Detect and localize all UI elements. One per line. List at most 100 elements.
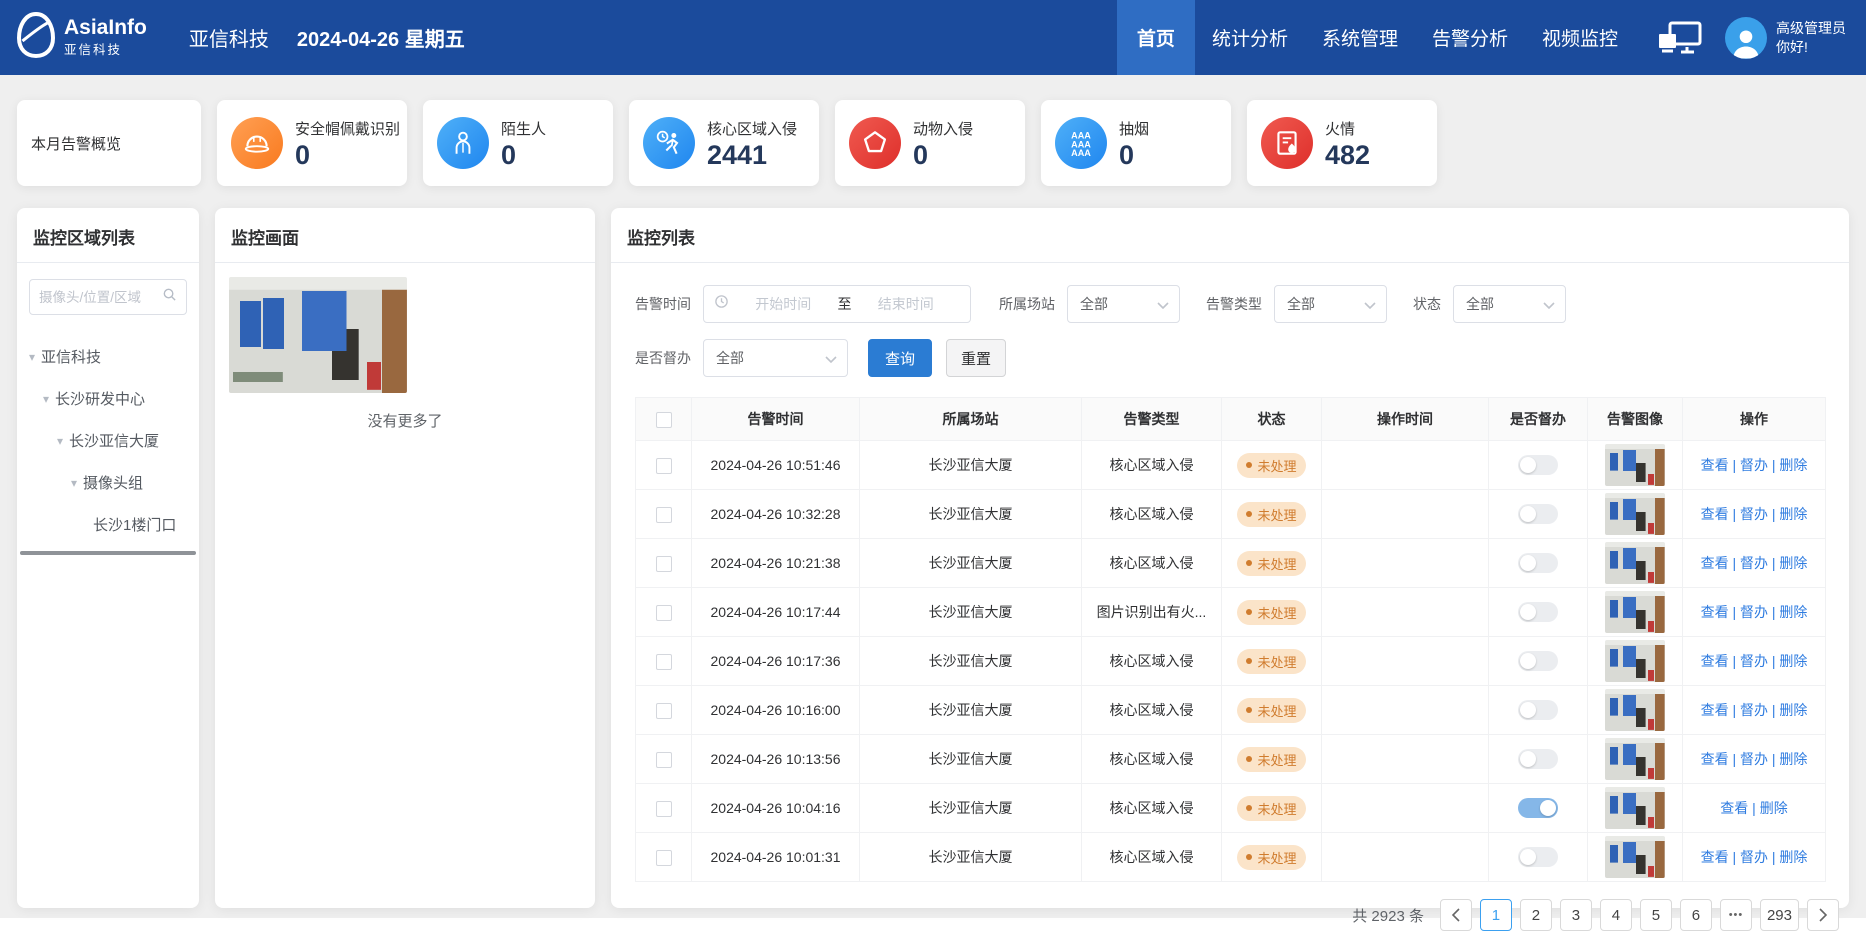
action-link[interactable]: 删除 [1779, 653, 1807, 669]
action-link[interactable]: 查看 [1701, 849, 1729, 865]
alarm-image-thumbnail[interactable] [1605, 787, 1665, 829]
alarm-image-thumbnail[interactable] [1605, 493, 1665, 535]
caret-down-icon[interactable]: ▾ [29, 350, 35, 364]
page-button-6[interactable]: 6 [1680, 899, 1712, 931]
action-link[interactable]: 督办 [1740, 653, 1768, 669]
prev-page-button[interactable] [1440, 899, 1472, 931]
supervise-toggle[interactable] [1518, 553, 1558, 573]
action-link[interactable]: 查看 [1701, 506, 1729, 522]
supervise-toggle[interactable] [1518, 602, 1558, 622]
action-link[interactable]: 删除 [1760, 800, 1788, 816]
row-checkbox[interactable] [656, 752, 672, 768]
action-link[interactable]: 查看 [1701, 653, 1729, 669]
select-all-checkbox[interactable] [656, 412, 672, 428]
caret-down-icon[interactable]: ▾ [43, 392, 49, 406]
supervise-toggle[interactable] [1518, 504, 1558, 524]
action-link[interactable]: 督办 [1740, 604, 1768, 620]
nav-item-video-monitor[interactable]: 视频监控 [1525, 0, 1635, 75]
page-button-5[interactable]: 5 [1640, 899, 1672, 931]
action-link[interactable]: 督办 [1740, 555, 1768, 571]
alarm-image-thumbnail[interactable] [1605, 542, 1665, 584]
alarm-type-cell: 核心区域入侵 [1082, 784, 1222, 833]
page-button-4[interactable]: 4 [1600, 899, 1632, 931]
op-time-cell [1322, 833, 1489, 882]
alarm-image-thumbnail[interactable] [1605, 738, 1665, 780]
supervise-toggle[interactable] [1518, 700, 1558, 720]
action-link[interactable]: 删除 [1779, 457, 1807, 473]
tree-item-company[interactable]: ▾亚信科技 [29, 346, 187, 367]
action-link[interactable]: 查看 [1701, 457, 1729, 473]
alarm-type-select[interactable]: 全部 [1274, 285, 1387, 323]
search-icon[interactable] [162, 287, 177, 307]
supervise-toggle[interactable] [1518, 651, 1558, 671]
user-info[interactable]: 高级管理员 你好! [1725, 17, 1846, 59]
user-avatar-icon[interactable] [1725, 17, 1767, 59]
next-page-button[interactable] [1807, 899, 1839, 931]
camera-snapshot[interactable] [229, 277, 407, 393]
end-time-placeholder[interactable]: 结束时间 [852, 294, 961, 314]
tree-item-building[interactable]: ▾长沙亚信大厦 [29, 430, 187, 451]
search-button[interactable]: 查询 [868, 339, 932, 377]
alarm-image-thumbnail[interactable] [1605, 591, 1665, 633]
page-button-1[interactable]: 1 [1480, 899, 1512, 931]
action-link[interactable]: 查看 [1720, 800, 1748, 816]
tree-item-camera[interactable]: 长沙1楼门口 [29, 514, 187, 535]
caret-down-icon[interactable]: ▾ [57, 434, 63, 448]
start-time-placeholder[interactable]: 开始时间 [729, 294, 838, 314]
row-checkbox[interactable] [656, 654, 672, 670]
row-checkbox[interactable] [656, 850, 672, 866]
op-time-cell [1322, 637, 1489, 686]
page-button-2[interactable]: 2 [1520, 899, 1552, 931]
supervise-toggle[interactable] [1518, 455, 1558, 475]
nav-item-system[interactable]: 系统管理 [1305, 0, 1415, 75]
supervise-toggle[interactable] [1518, 749, 1558, 769]
supervise-toggle[interactable] [1518, 847, 1558, 867]
nav-item-home[interactable]: 首页 [1117, 0, 1195, 75]
camera-search-input[interactable] [39, 290, 162, 305]
action-link[interactable]: 督办 [1740, 849, 1768, 865]
action-link[interactable]: 查看 [1701, 702, 1729, 718]
action-link[interactable]: 删除 [1779, 506, 1807, 522]
nav-item-alarm-analysis[interactable]: 告警分析 [1415, 0, 1525, 75]
row-checkbox[interactable] [656, 801, 672, 817]
action-link[interactable]: 查看 [1701, 555, 1729, 571]
station-select[interactable]: 全部 [1067, 285, 1180, 323]
alarm-image-thumbnail[interactable] [1605, 836, 1665, 878]
action-link[interactable]: 删除 [1779, 702, 1807, 718]
monitor-title: 监控画面 [215, 208, 595, 262]
action-link[interactable]: 查看 [1701, 751, 1729, 767]
action-link[interactable]: 删除 [1779, 751, 1807, 767]
video-wall-icon[interactable] [1657, 20, 1703, 56]
more-pages-button[interactable]: ••• [1720, 899, 1752, 931]
alarm-image-thumbnail[interactable] [1605, 640, 1665, 682]
alarm-image-thumbnail[interactable] [1605, 444, 1665, 486]
row-checkbox[interactable] [656, 605, 672, 621]
reset-button[interactable]: 重置 [946, 339, 1006, 377]
supervise-toggle[interactable] [1518, 798, 1558, 818]
action-link[interactable]: 督办 [1740, 457, 1768, 473]
nav-item-statistics[interactable]: 统计分析 [1195, 0, 1305, 75]
row-checkbox[interactable] [656, 556, 672, 572]
action-link[interactable]: 督办 [1740, 751, 1768, 767]
row-checkbox[interactable] [656, 458, 672, 474]
tree-item-camera-group[interactable]: ▾摄像头组 [29, 472, 187, 493]
horizontal-scrollbar[interactable] [20, 551, 196, 555]
tree-item-rd-center[interactable]: ▾长沙研发中心 [29, 388, 187, 409]
row-checkbox[interactable] [656, 507, 672, 523]
action-link[interactable]: 查看 [1701, 604, 1729, 620]
caret-down-icon[interactable]: ▾ [71, 476, 77, 490]
action-link[interactable]: 督办 [1740, 702, 1768, 718]
row-checkbox[interactable] [656, 703, 672, 719]
action-link[interactable]: 删除 [1779, 555, 1807, 571]
action-link[interactable]: 删除 [1779, 849, 1807, 865]
table-row: 2024-04-26 10:21:38 长沙亚信大厦 核心区域入侵 未处理 查看… [636, 539, 1826, 588]
alarm-image-thumbnail[interactable] [1605, 689, 1665, 731]
monitor-list-panel: 监控列表 告警时间 开始时间 至 结束时间 所属场站 全部 告警类型 [611, 208, 1849, 908]
date-range-input[interactable]: 开始时间 至 结束时间 [703, 285, 971, 323]
last-page-button[interactable]: 293 [1760, 899, 1799, 931]
action-link[interactable]: 督办 [1740, 506, 1768, 522]
action-link[interactable]: 删除 [1779, 604, 1807, 620]
supervise-select[interactable]: 全部 [703, 339, 848, 377]
status-select[interactable]: 全部 [1453, 285, 1566, 323]
page-button-3[interactable]: 3 [1560, 899, 1592, 931]
